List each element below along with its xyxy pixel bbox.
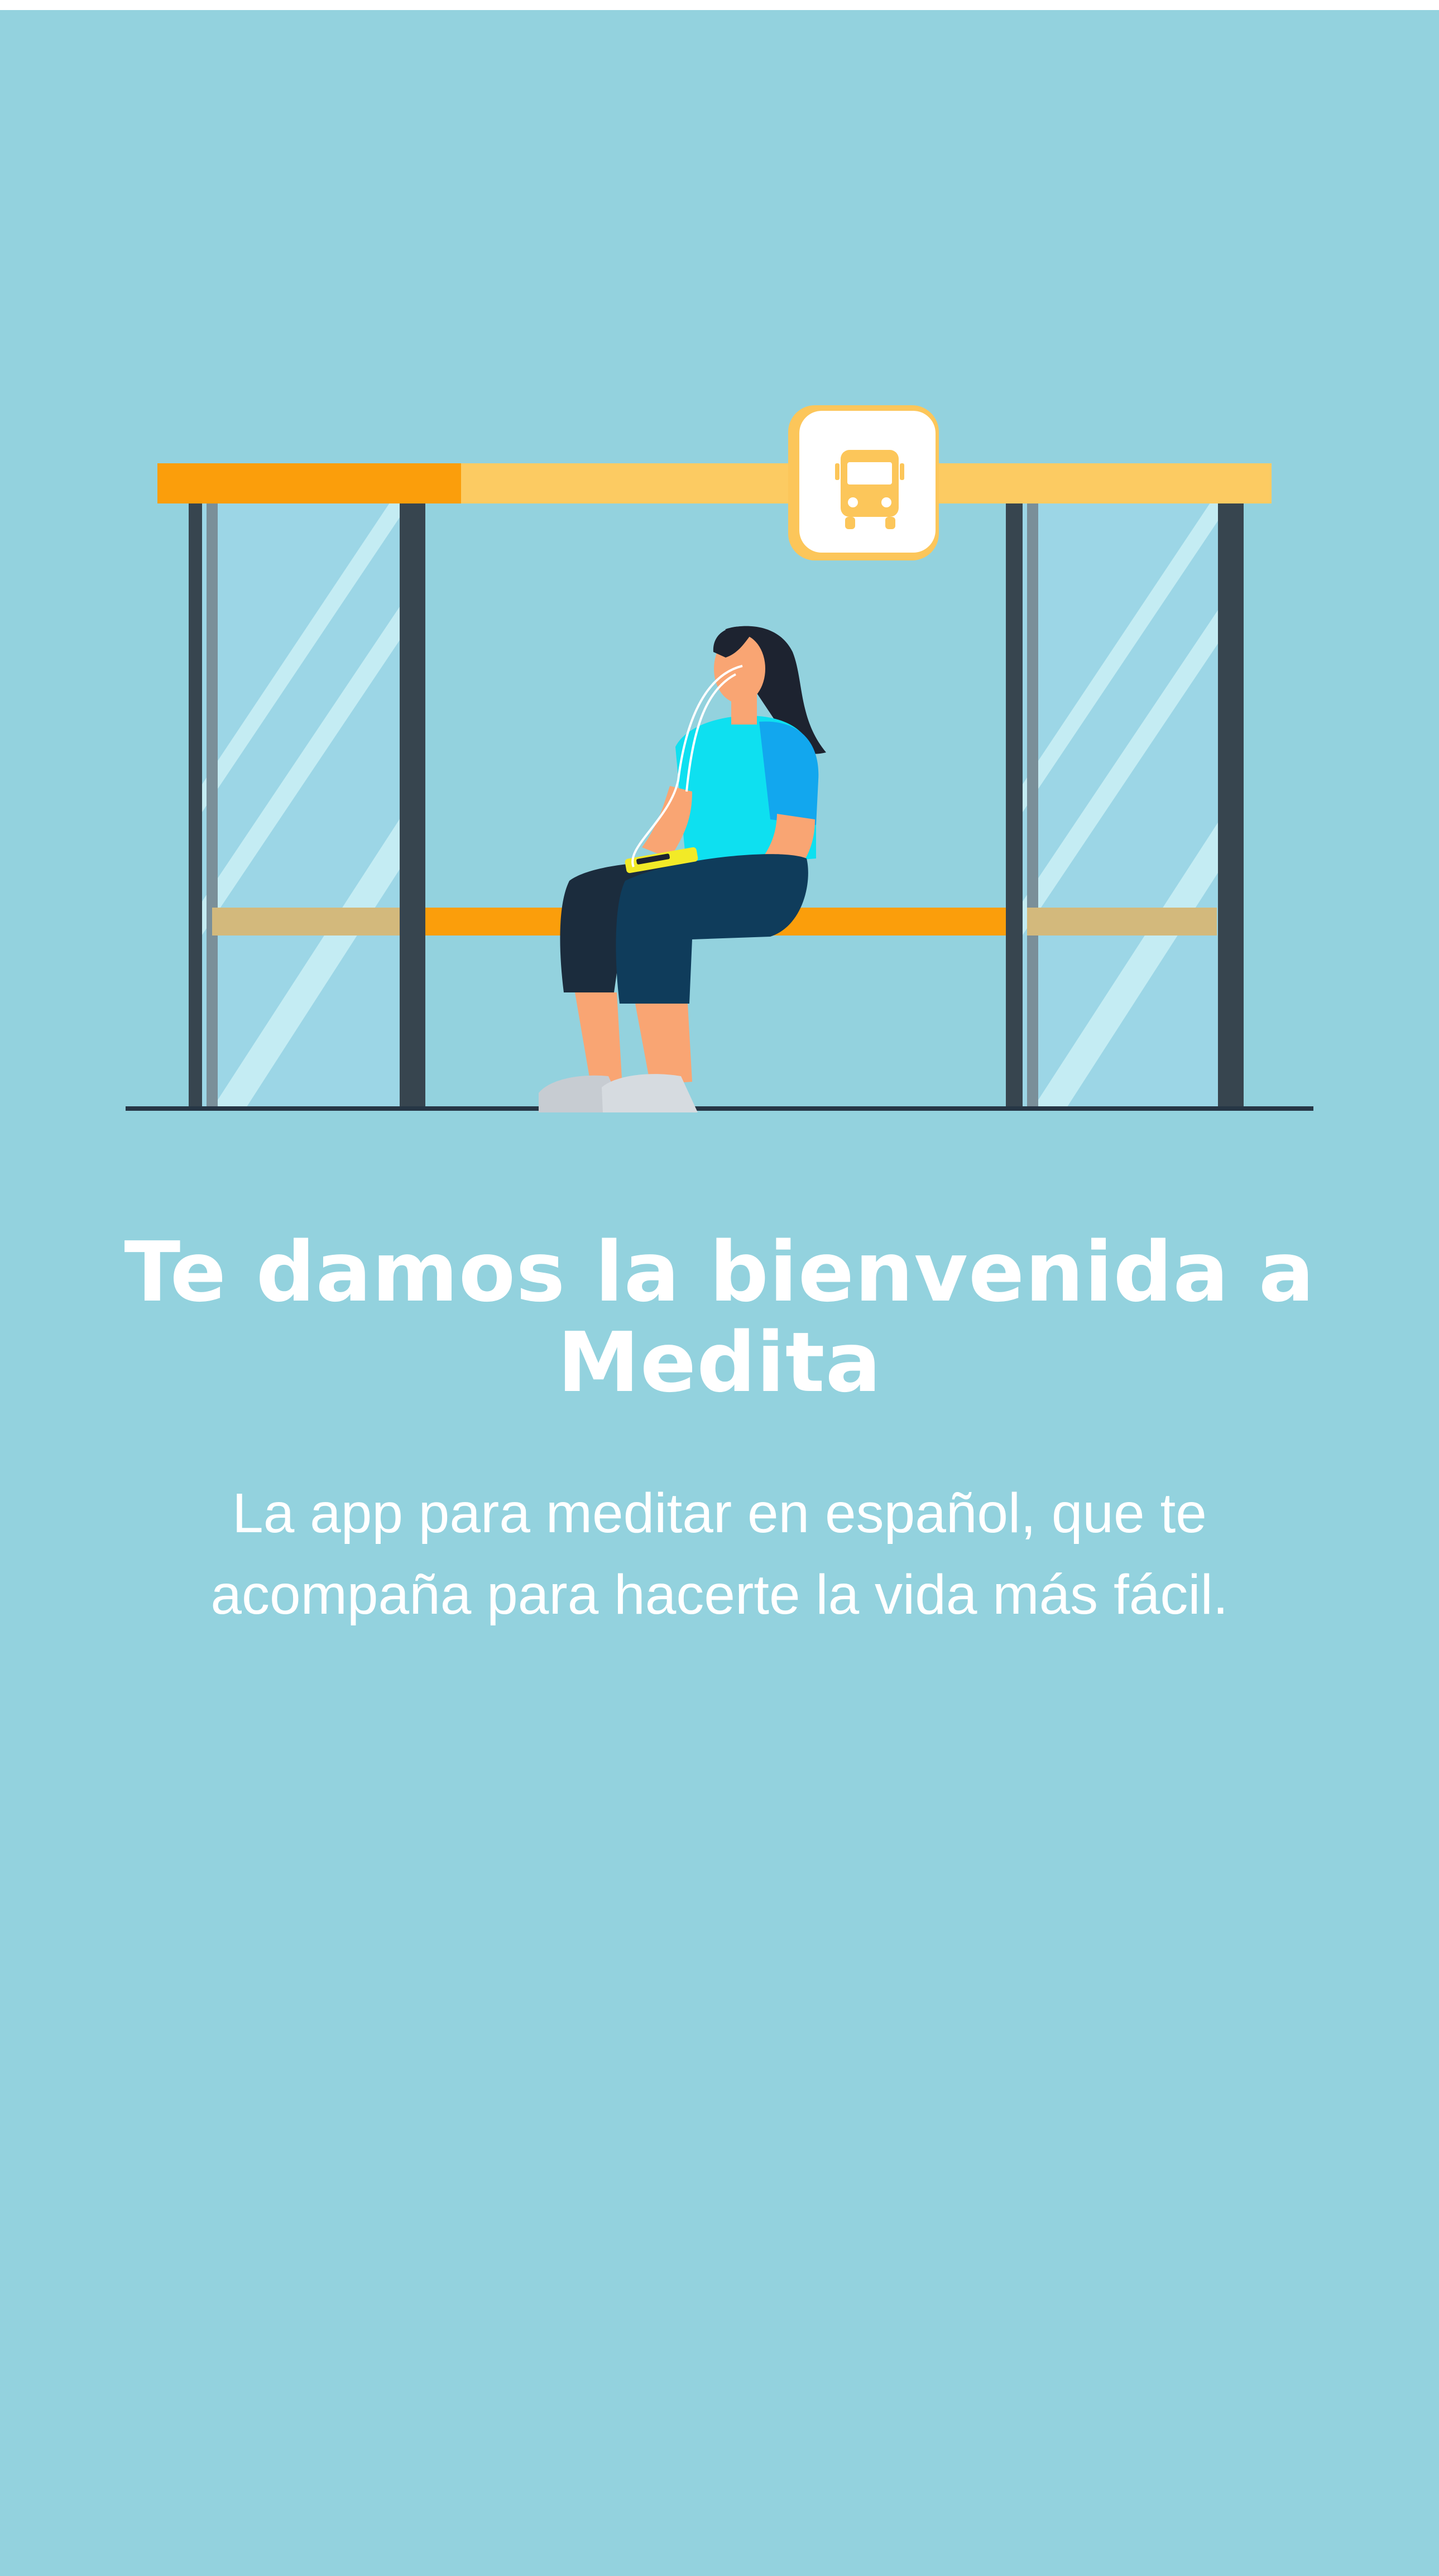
ground-line [126,1106,1313,1111]
right-glass-panel [1016,501,1224,1109]
welcome-title: Te damos la bienvenida a Medita [124,1224,1315,1411]
bus-sign [788,405,939,560]
left-glass-panel [195,501,403,1109]
welcome-subtitle: La app para meditar en español, que te a… [210,1482,1229,1626]
woman-figure [539,626,826,1112]
shelter-roof [157,463,1272,503]
bus-stop-illustration [126,405,1313,1112]
welcome-screen: Te damos la bienvenida a Medita La app p… [0,10,1439,2576]
